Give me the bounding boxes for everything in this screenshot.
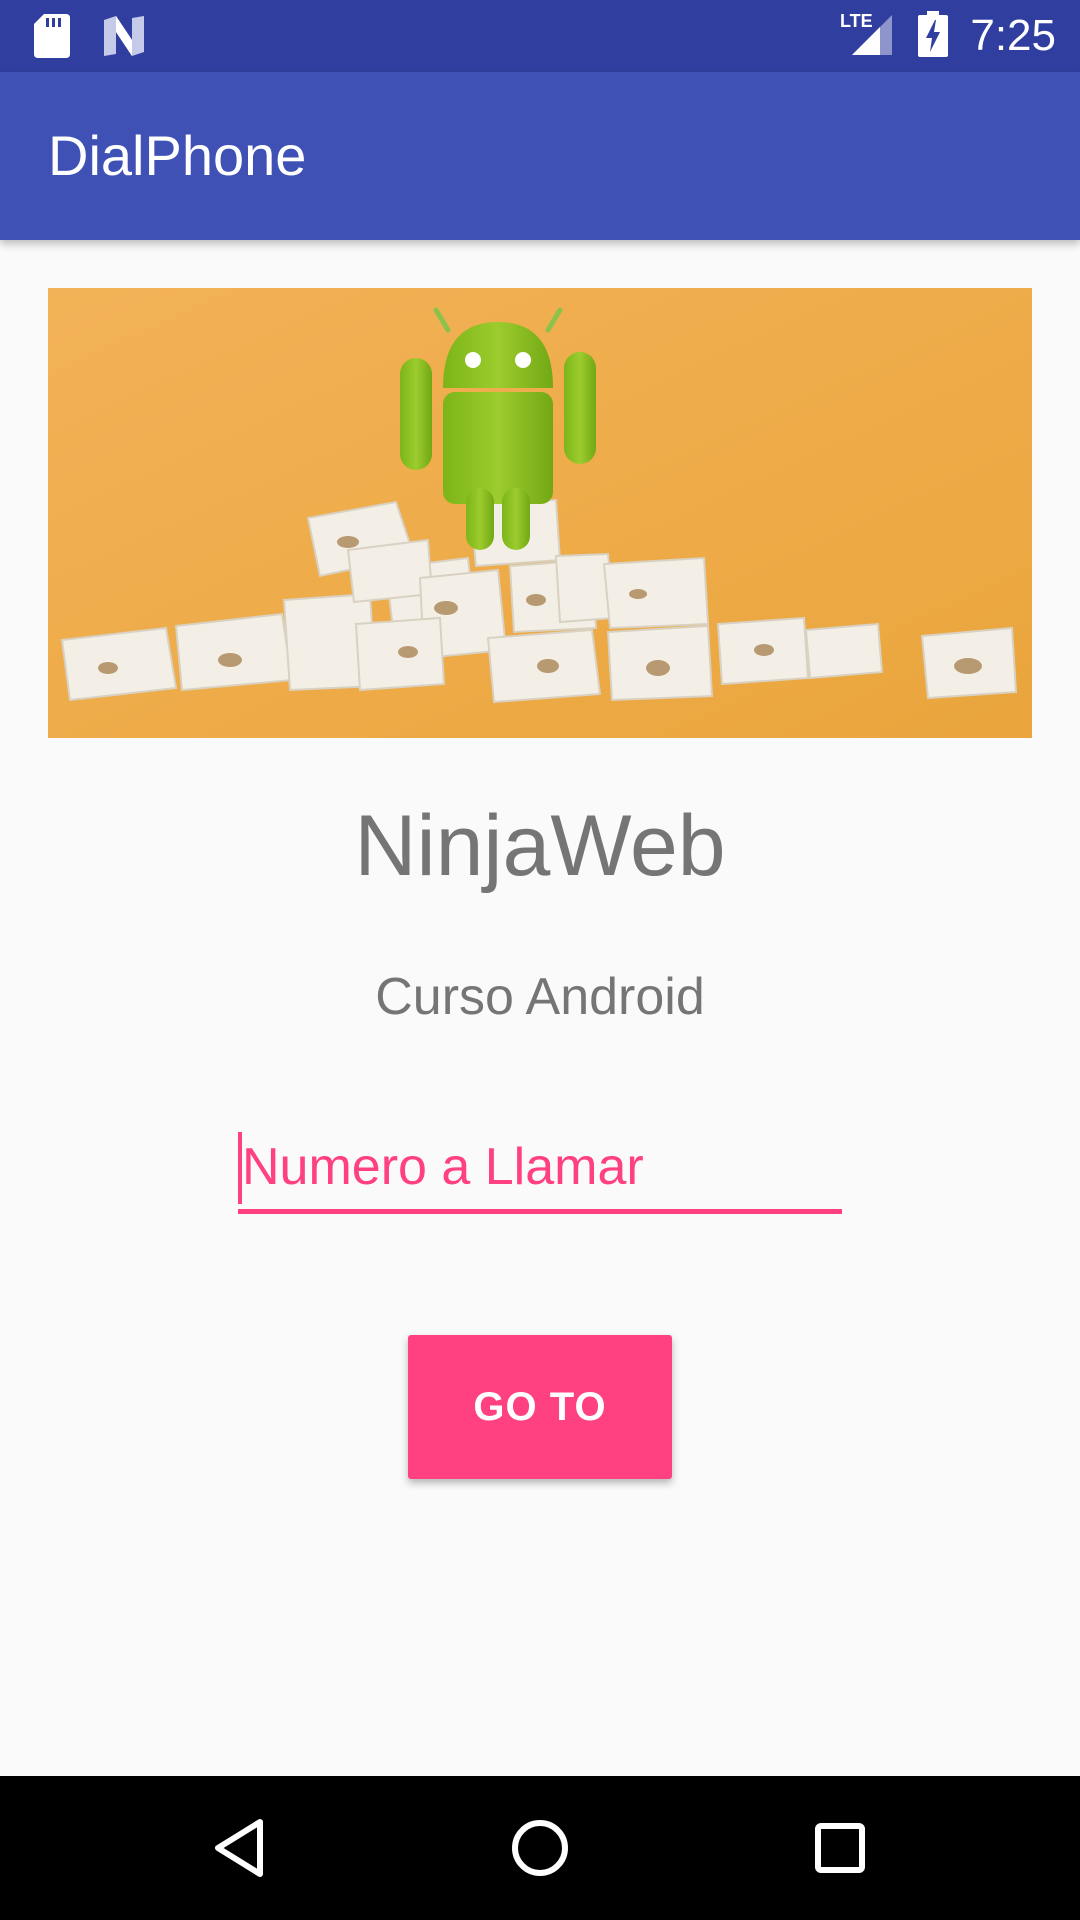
subtitle: Curso Android: [375, 968, 705, 1026]
status-right-icons: LTE 7:25: [840, 8, 1056, 64]
lte-signal-icon: LTE: [840, 11, 896, 62]
battery-charging-icon: [918, 10, 949, 62]
phone-number-input[interactable]: [238, 1124, 842, 1214]
navigation-bar: [0, 1776, 1080, 1920]
app-title: DialPhone: [48, 124, 307, 187]
brand-title: NinjaWeb: [354, 798, 726, 894]
n-logo-icon: [102, 16, 146, 61]
app-bar: DialPhone: [0, 72, 1080, 240]
status-left-icons: [34, 14, 146, 63]
back-icon[interactable]: [206, 1812, 278, 1884]
text-cursor: [238, 1132, 242, 1204]
home-icon[interactable]: [504, 1812, 576, 1884]
android-nougat-image: [48, 288, 1032, 738]
status-bar: LTE 7:25: [0, 0, 1080, 72]
recents-icon[interactable]: [804, 1812, 876, 1884]
hero-image: [48, 288, 1032, 738]
status-clock: 7:25: [970, 11, 1056, 60]
sd-card-icon: [34, 14, 70, 63]
go-to-button[interactable]: GO TO: [408, 1335, 672, 1479]
lte-label: LTE: [840, 11, 873, 31]
